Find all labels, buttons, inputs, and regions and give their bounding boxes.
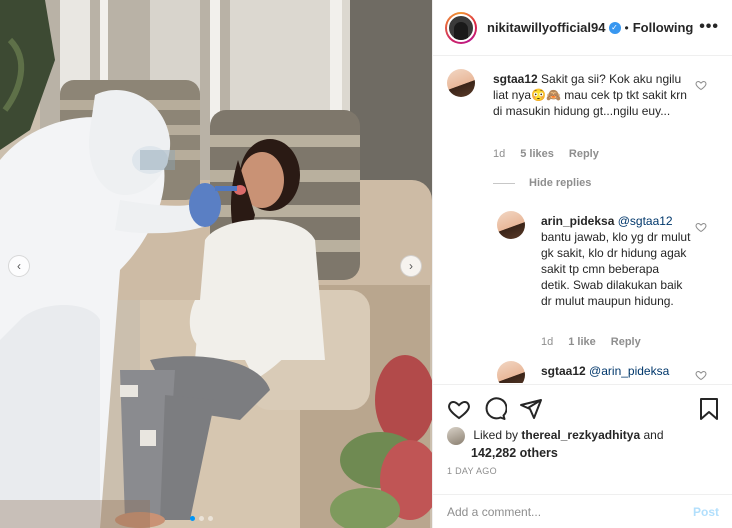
liker-avatar[interactable] bbox=[447, 427, 465, 445]
comment-icon[interactable] bbox=[483, 397, 507, 421]
reply-item: sgtaa12 @arin_pideksa bbox=[433, 357, 732, 383]
reply-likes[interactable]: 1 like bbox=[568, 336, 596, 348]
author-avatar[interactable] bbox=[445, 11, 477, 44]
post-actions: Liked by thereal_rezkyadhitya and 142,28… bbox=[433, 384, 732, 494]
author-username[interactable]: nikitawillyofficial94 bbox=[487, 20, 606, 35]
comment-like-heart-icon[interactable] bbox=[695, 79, 707, 91]
chevron-right-icon: › bbox=[409, 259, 413, 273]
likes-prefix: Liked by bbox=[473, 428, 519, 443]
chevron-left-icon: ‹ bbox=[17, 259, 21, 273]
comment-body: sgtaa12 Sakit ga sii? Kok aku ngilu liat… bbox=[493, 71, 698, 119]
more-options-icon[interactable]: ••• bbox=[699, 18, 719, 36]
carousel-dot-active bbox=[190, 516, 195, 521]
likes-others-count[interactable]: 142,282 others bbox=[447, 445, 727, 461]
share-icon[interactable] bbox=[519, 397, 543, 421]
reply-avatar[interactable] bbox=[497, 361, 525, 383]
reply-username[interactable]: sgtaa12 bbox=[541, 364, 586, 378]
reply-username[interactable]: arin_pideksa bbox=[541, 214, 614, 228]
reply-body: sgtaa12 @arin_pideksa bbox=[541, 363, 691, 379]
comment-input[interactable] bbox=[447, 504, 687, 519]
heart-icon[interactable] bbox=[447, 397, 471, 421]
reply-meta: 1d 1 like Reply bbox=[541, 336, 641, 348]
carousel-indicator bbox=[190, 516, 213, 521]
reply-body: arin_pideksa @sgtaa12 bantu jawab, klo y… bbox=[541, 213, 691, 309]
reply-mention[interactable]: @arin_pideksa bbox=[589, 364, 669, 378]
comment-likes[interactable]: 5 likes bbox=[520, 148, 554, 160]
carousel-dot bbox=[208, 516, 213, 521]
likes-summary: Liked by thereal_rezkyadhitya and 142,28… bbox=[447, 427, 727, 461]
carousel-prev-button[interactable]: ‹ bbox=[8, 255, 30, 277]
post-timestamp[interactable]: 1 DAY AGO bbox=[447, 466, 497, 476]
hide-replies-line bbox=[493, 182, 515, 184]
post-header: nikitawillyofficial94 ✓ • Following ••• bbox=[433, 0, 732, 56]
hide-replies-button[interactable]: Hide replies bbox=[493, 177, 591, 189]
liker-username[interactable]: thereal_rezkyadhitya bbox=[521, 428, 640, 442]
reply-reply-button[interactable]: Reply bbox=[611, 336, 641, 348]
following-button[interactable]: Following bbox=[633, 20, 694, 35]
carousel-next-button[interactable]: › bbox=[400, 255, 422, 277]
reply-age: 1d bbox=[541, 336, 554, 348]
reply-like-heart-icon[interactable] bbox=[695, 369, 707, 381]
comment-item: sgtaa12 Sakit ga sii? Kok aku ngilu liat… bbox=[433, 57, 732, 167]
comments-list[interactable]: sgtaa12 Sakit ga sii? Kok aku ngilu liat… bbox=[433, 57, 732, 383]
reply-like-heart-icon[interactable] bbox=[695, 221, 707, 233]
likes-and: and bbox=[643, 428, 664, 443]
post-sidebar: nikitawillyofficial94 ✓ • Following ••• … bbox=[432, 0, 732, 528]
comment-meta: 1d 5 likes Reply bbox=[493, 148, 599, 160]
post-photo[interactable]: ‹ › bbox=[0, 0, 432, 528]
reply-avatar[interactable] bbox=[497, 211, 525, 239]
reply-item: arin_pideksa @sgtaa12 bantu jawab, klo y… bbox=[433, 199, 732, 349]
reply-mention[interactable]: @sgtaa12 bbox=[618, 214, 673, 228]
comment-reply-button[interactable]: Reply bbox=[569, 148, 599, 160]
carousel-dot bbox=[199, 516, 204, 521]
verified-badge-icon: ✓ bbox=[608, 21, 621, 34]
photo-illustration bbox=[0, 0, 432, 528]
comment-username[interactable]: sgtaa12 bbox=[493, 72, 538, 86]
reply-text: bantu jawab, klo yg dr mulut gk sakit, k… bbox=[541, 230, 691, 308]
bookmark-icon[interactable] bbox=[697, 397, 721, 421]
post-comment-button[interactable]: Post bbox=[693, 505, 719, 519]
hide-replies-label: Hide replies bbox=[529, 177, 592, 189]
header-separator: • bbox=[624, 20, 629, 35]
add-comment-bar: Post bbox=[433, 494, 732, 528]
comment-age: 1d bbox=[493, 148, 506, 160]
commenter-avatar[interactable] bbox=[447, 69, 475, 97]
